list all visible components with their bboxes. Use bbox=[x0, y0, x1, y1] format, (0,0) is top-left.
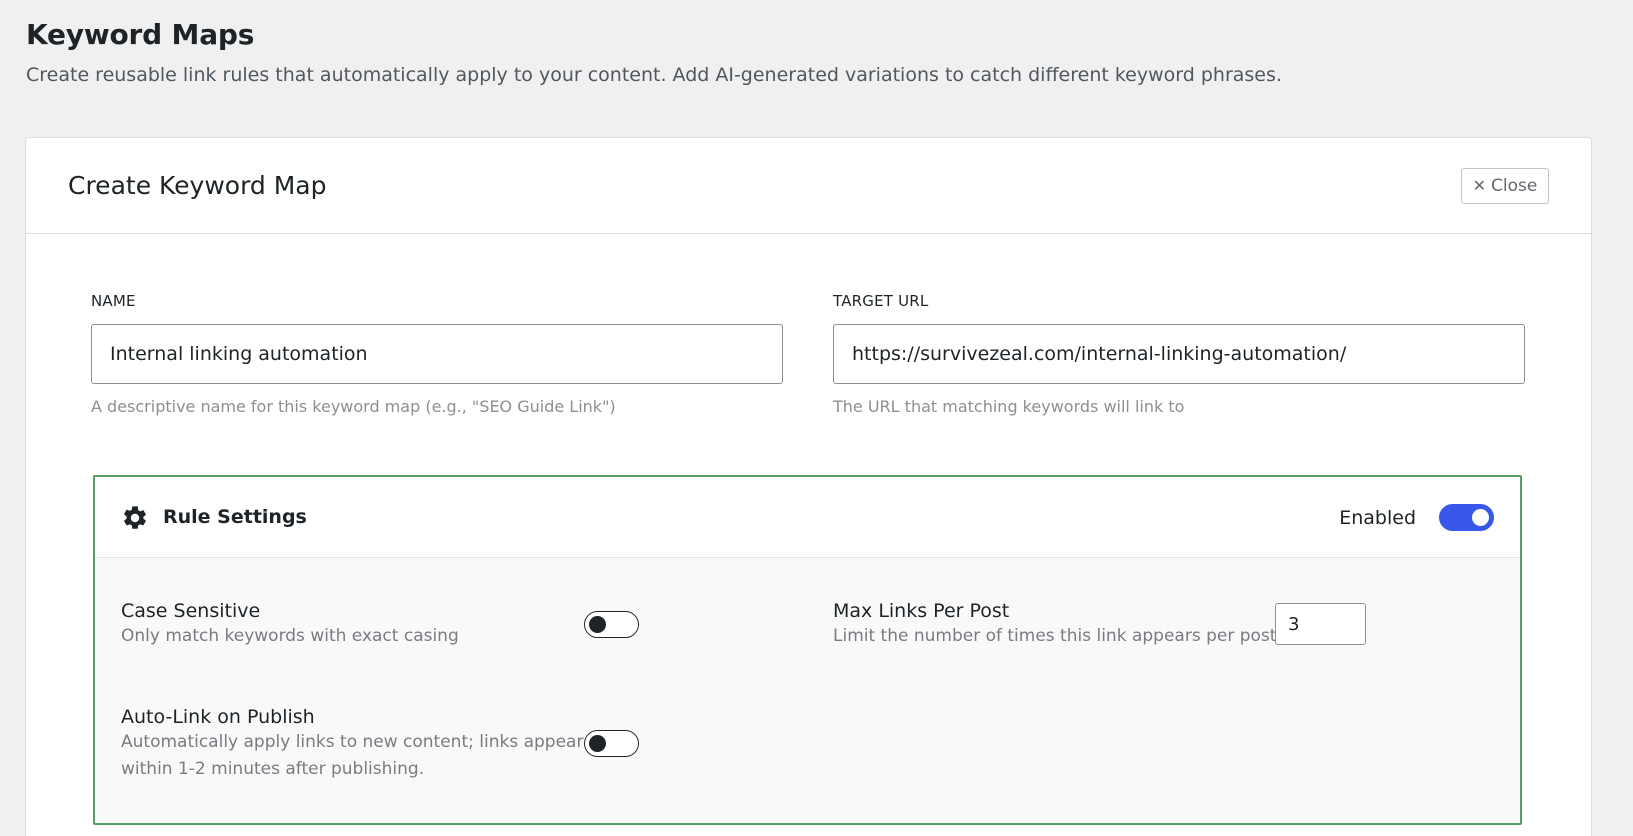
rule-settings-panel: Rule Settings Enabled Case Sensitive Onl… bbox=[93, 475, 1522, 825]
target-url-label: TARGET URL bbox=[833, 292, 929, 310]
name-hint: A descriptive name for this keyword map … bbox=[91, 397, 616, 416]
target-url-input[interactable] bbox=[833, 324, 1525, 384]
name-input[interactable] bbox=[91, 324, 783, 384]
close-label: Close bbox=[1491, 176, 1538, 196]
toggle-knob bbox=[589, 616, 606, 633]
max-links-title: Max Links Per Post bbox=[833, 600, 1010, 622]
auto-link-title: Auto-Link on Publish bbox=[121, 706, 315, 728]
auto-link-toggle[interactable] bbox=[584, 730, 639, 757]
case-sensitive-description: Only match keywords with exact casing bbox=[121, 626, 459, 646]
page-title: Keyword Maps bbox=[26, 18, 255, 51]
enabled-toggle[interactable] bbox=[1439, 504, 1494, 531]
case-sensitive-toggle[interactable] bbox=[584, 611, 639, 638]
rule-settings-body: Case Sensitive Only match keywords with … bbox=[95, 558, 1520, 823]
rule-settings-title: Rule Settings bbox=[163, 506, 307, 528]
auto-link-description-line2: within 1-2 minutes after publishing. bbox=[121, 759, 425, 779]
close-button[interactable]: ✕ Close bbox=[1461, 168, 1549, 204]
auto-link-description-line1: Automatically apply links to new content… bbox=[121, 732, 584, 752]
close-x-icon: ✕ bbox=[1472, 176, 1487, 195]
gear-icon bbox=[124, 506, 146, 529]
case-sensitive-title: Case Sensitive bbox=[121, 600, 261, 622]
toggle-knob bbox=[589, 735, 606, 752]
rule-settings-header: Rule Settings Enabled bbox=[95, 477, 1520, 558]
name-label: NAME bbox=[91, 292, 136, 310]
max-links-description: Limit the number of times this link appe… bbox=[833, 626, 1277, 646]
page-description: Create reusable link rules that automati… bbox=[26, 64, 1282, 86]
toggle-knob bbox=[1472, 509, 1489, 526]
target-url-hint: The URL that matching keywords will link… bbox=[833, 397, 1185, 416]
enabled-label: Enabled bbox=[1339, 507, 1416, 529]
create-keyword-map-card: Create Keyword Map ✕ Close NAME A descri… bbox=[25, 137, 1592, 836]
max-links-input[interactable] bbox=[1275, 603, 1366, 645]
card-title: Create Keyword Map bbox=[68, 171, 327, 200]
card-header: Create Keyword Map ✕ Close bbox=[26, 138, 1591, 234]
